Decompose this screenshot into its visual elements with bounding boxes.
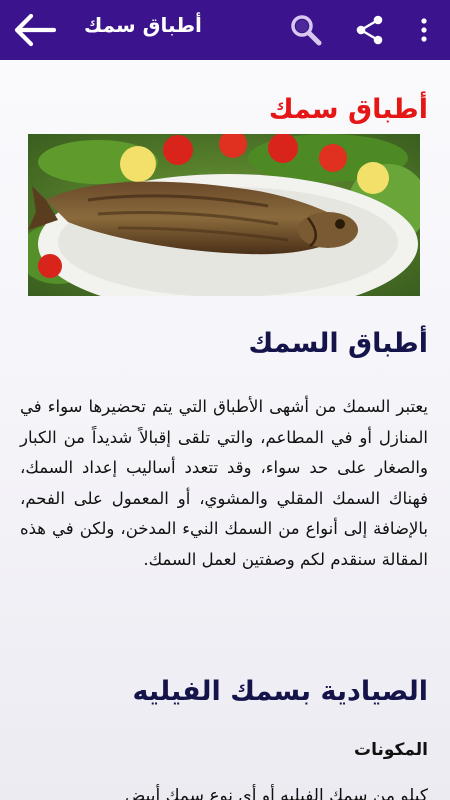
page-heading: أطباق سمك: [268, 94, 428, 125]
arrow-left-icon: [14, 13, 57, 47]
more-vert-icon: [421, 18, 427, 42]
intro-paragraph: يعتبر السمك من أشهى الأطباق التي يتم تحض…: [20, 397, 428, 569]
app-bar-title: أطباق سمك: [84, 13, 202, 37]
overflow-menu-button[interactable]: [412, 13, 436, 47]
hero-image: [28, 134, 420, 296]
section-title-fish-dishes: أطباق السمك: [248, 328, 429, 359]
ingredients-label: المكونات: [353, 740, 428, 760]
back-button[interactable]: [12, 11, 58, 49]
app-bar: أطباق سمك: [0, 0, 450, 60]
section-title-sayadieh: الصيادية بسمك الفيليه: [132, 676, 428, 707]
ingredient-line: كيلو من سمك الفيليه أو أي نوع سمك أبيض: [124, 786, 428, 800]
search-icon: [291, 15, 322, 46]
share-button[interactable]: [353, 13, 387, 47]
search-button[interactable]: [288, 12, 324, 48]
share-icon: [356, 15, 383, 45]
article-content[interactable]: أطباق سمك أطباق السمك يعتبر السمك من أشه…: [0, 60, 450, 800]
